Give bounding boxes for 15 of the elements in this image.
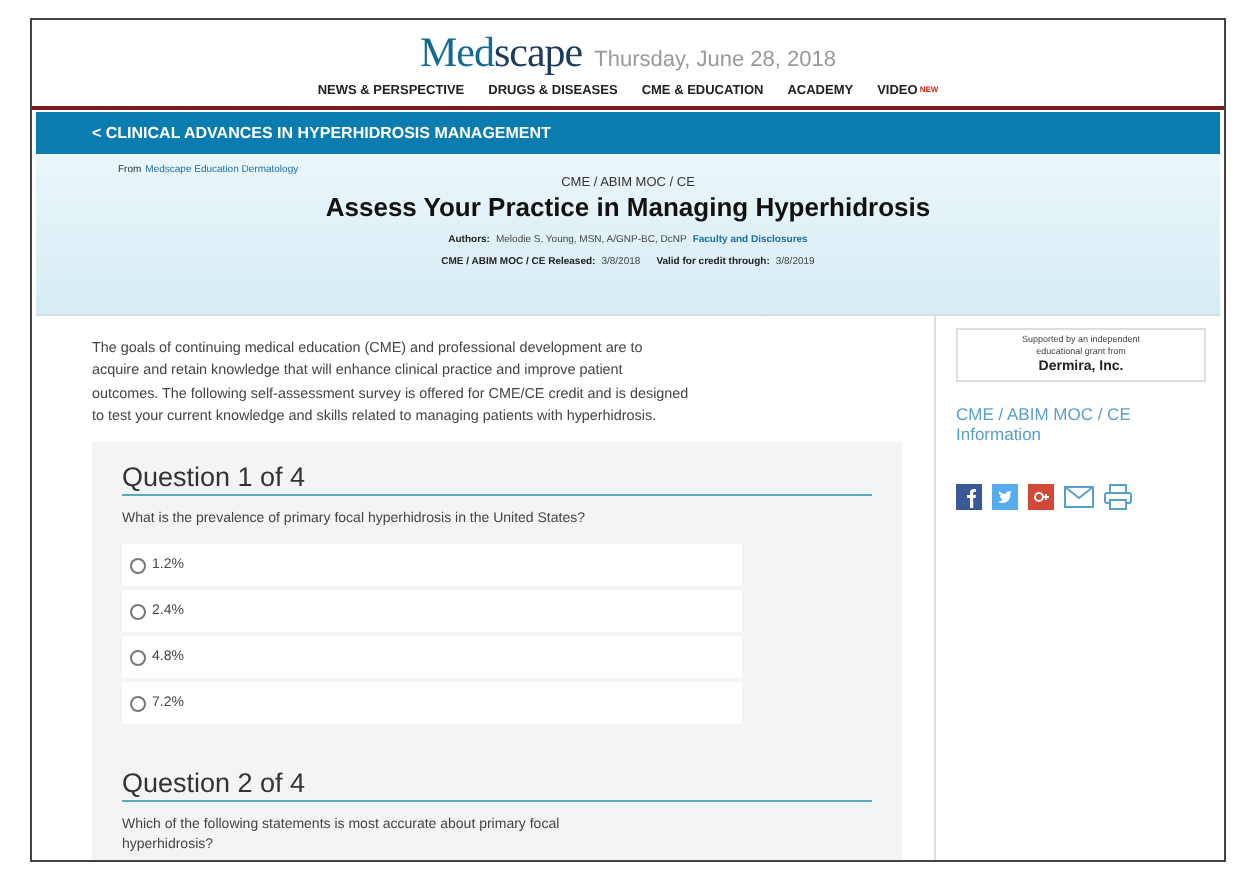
question-heading: Question 2 of 4 [122,768,872,803]
radio-button[interactable] [130,649,146,666]
medscape-logo[interactable]: Medscape [419,28,583,78]
page-title: Assess Your Practice in Managing Hyperhidrosis [325,192,931,222]
question-heading: Question 1 of 4 [122,462,872,497]
bird-icon[interactable] [992,484,1018,510]
back-link[interactable]: < CLINICAL ADVANCES IN HYPERHIDROSIS MANAGEMENT [92,124,551,142]
radio-button[interactable] [130,603,146,620]
email-icon[interactable] [1064,486,1094,508]
printer-icon[interactable] [1104,484,1132,510]
radio-button[interactable] [130,557,146,574]
date-text: Thursday, June 28, 2018 [594,48,837,72]
google-plus-icon[interactable] [1028,484,1054,510]
facebook-icon[interactable] [956,484,982,510]
radio-button[interactable] [130,695,146,712]
